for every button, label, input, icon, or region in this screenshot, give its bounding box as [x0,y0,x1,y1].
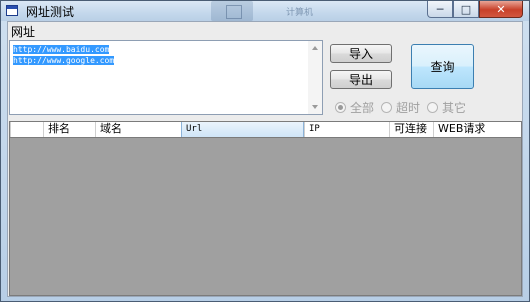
scroll-up-arrow-icon[interactable] [312,46,318,50]
title-bar[interactable]: 网址测试 计算机 ─ □ ✕ [1,1,529,21]
grid-header: 排名 域名 Url IP 可连接 WEB请求 [10,122,521,138]
column-header-rank[interactable]: 排名 [43,122,95,137]
column-header-domain[interactable]: 域名 [95,122,181,137]
radio-indicator [427,102,438,113]
column-header-ip[interactable]: IP [304,122,389,137]
maximize-button[interactable]: □ [453,1,479,18]
vertical-scrollbar[interactable] [308,41,322,114]
caption-buttons: ─ □ ✕ [427,1,523,19]
url-line: http://www.baidu.com [13,45,110,54]
url-line: http://www.google.com [13,56,115,65]
url-list-textbox[interactable]: http://www.baidu.com http://www.google.c… [9,40,323,115]
column-header-url[interactable]: Url [181,122,304,137]
radio-timeout-label: 超时 [396,101,421,115]
column-header-connectable[interactable]: 可连接 [389,122,433,137]
url-lines: http://www.baidu.com http://www.google.c… [13,44,115,66]
background-folder-icon [226,5,242,19]
radio-indicator [381,102,392,113]
column-header-web-request[interactable]: WEB请求 [433,122,521,137]
query-button[interactable]: 查询 [411,44,474,89]
background-window-text: 计算机 [286,8,314,18]
client-area: 网址 http://www.baidu.com http://www.googl… [7,21,523,297]
radio-all[interactable]: 全部 [335,99,374,116]
radio-other[interactable]: 其它 [427,99,466,116]
app-window: 网址测试 计算机 ─ □ ✕ 网址 http://www.baidu.com h… [0,0,530,302]
radio-timeout[interactable]: 超时 [381,99,420,116]
column-header-row-selector[interactable] [10,122,43,137]
radio-indicator [335,102,346,113]
window-app-icon [6,5,18,16]
results-grid[interactable]: 排名 域名 Url IP 可连接 WEB请求 [9,121,522,296]
export-button[interactable]: 导出 [330,70,392,89]
close-icon: ✕ [496,2,506,16]
minimize-icon: ─ [436,2,444,16]
radio-all-label: 全部 [350,101,375,115]
scroll-down-arrow-icon[interactable] [312,105,318,109]
url-label: 网址 [11,25,36,39]
maximize-icon: □ [460,2,472,16]
window-title: 网址测试 [26,5,75,19]
radio-other-label: 其它 [442,101,467,115]
close-button[interactable]: ✕ [479,1,523,18]
minimize-button[interactable]: ─ [427,1,453,18]
import-button[interactable]: 导入 [330,44,392,63]
